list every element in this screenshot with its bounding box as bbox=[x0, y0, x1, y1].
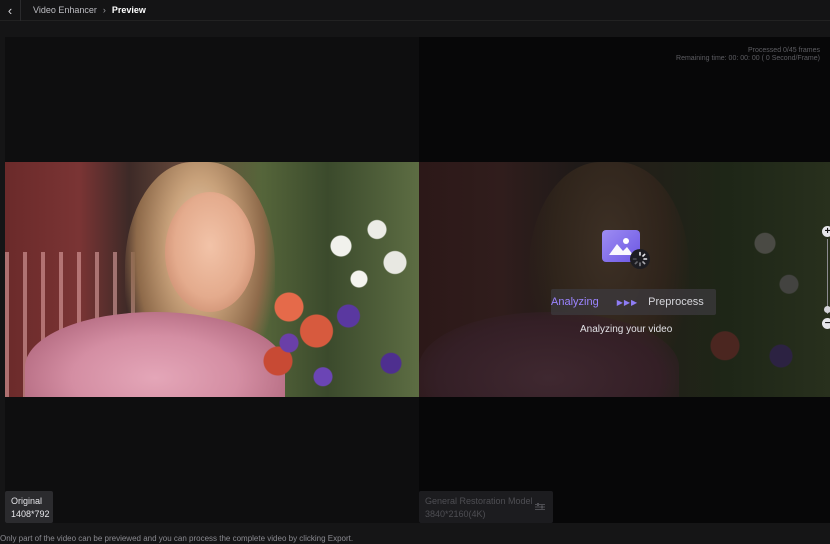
processed-frames-text: Processed 0/45 frames bbox=[748, 47, 820, 54]
progress-steps: Analyzing ▶▶▶ Preprocess bbox=[551, 289, 716, 315]
enhanced-video-frame bbox=[419, 162, 830, 397]
processing-info: Processed 0/45 frames Remaining time: 00… bbox=[676, 47, 820, 63]
step-arrows-icon: ▶▶▶ bbox=[616, 297, 639, 307]
plus-icon[interactable]: + bbox=[822, 226, 830, 237]
chevron-right-icon: › bbox=[102, 5, 106, 15]
step-analyzing: Analyzing bbox=[551, 296, 599, 308]
enhanced-info-label: General Restoration Model 3840*2160(4K) bbox=[419, 491, 553, 523]
original-title: Original bbox=[11, 496, 43, 506]
step-preprocess: Preprocess bbox=[648, 296, 704, 308]
enhanced-resolution: 3840*2160(4K) bbox=[425, 509, 486, 519]
original-video-frame bbox=[5, 162, 419, 397]
top-bar: ‹ Video Enhancer › Preview bbox=[0, 0, 830, 21]
status-message: Analyzing your video bbox=[580, 324, 673, 335]
back-button[interactable]: ‹ bbox=[0, 0, 20, 21]
loading-spinner-icon bbox=[630, 249, 650, 269]
breadcrumb-preview: Preview bbox=[111, 5, 146, 15]
breadcrumb-video-enhancer[interactable]: Video Enhancer bbox=[33, 5, 97, 15]
settings-icon[interactable] bbox=[535, 502, 545, 515]
original-pane: Original 1408*792 bbox=[5, 37, 419, 523]
zoom-thumb[interactable] bbox=[824, 306, 830, 313]
preview-stage: Original 1408*792 Processed 0/45 frames … bbox=[5, 37, 830, 523]
minus-icon[interactable]: − bbox=[822, 318, 830, 329]
remaining-time-text: Remaining time: 00: 00: 00 ( 0 Second/Fr… bbox=[676, 55, 820, 62]
enhanced-pane: Processed 0/45 frames Remaining time: 00… bbox=[419, 37, 830, 523]
header-divider bbox=[20, 0, 21, 21]
preview-notice: Only part of the video can be previewed … bbox=[0, 534, 354, 543]
zoom-track[interactable] bbox=[827, 239, 828, 314]
original-info-label: Original 1408*792 bbox=[5, 491, 53, 523]
model-name: General Restoration Model bbox=[425, 496, 533, 506]
chevron-left-icon: ‹ bbox=[7, 2, 13, 18]
original-resolution: 1408*792 bbox=[11, 509, 50, 519]
zoom-control[interactable]: + − bbox=[822, 226, 830, 329]
